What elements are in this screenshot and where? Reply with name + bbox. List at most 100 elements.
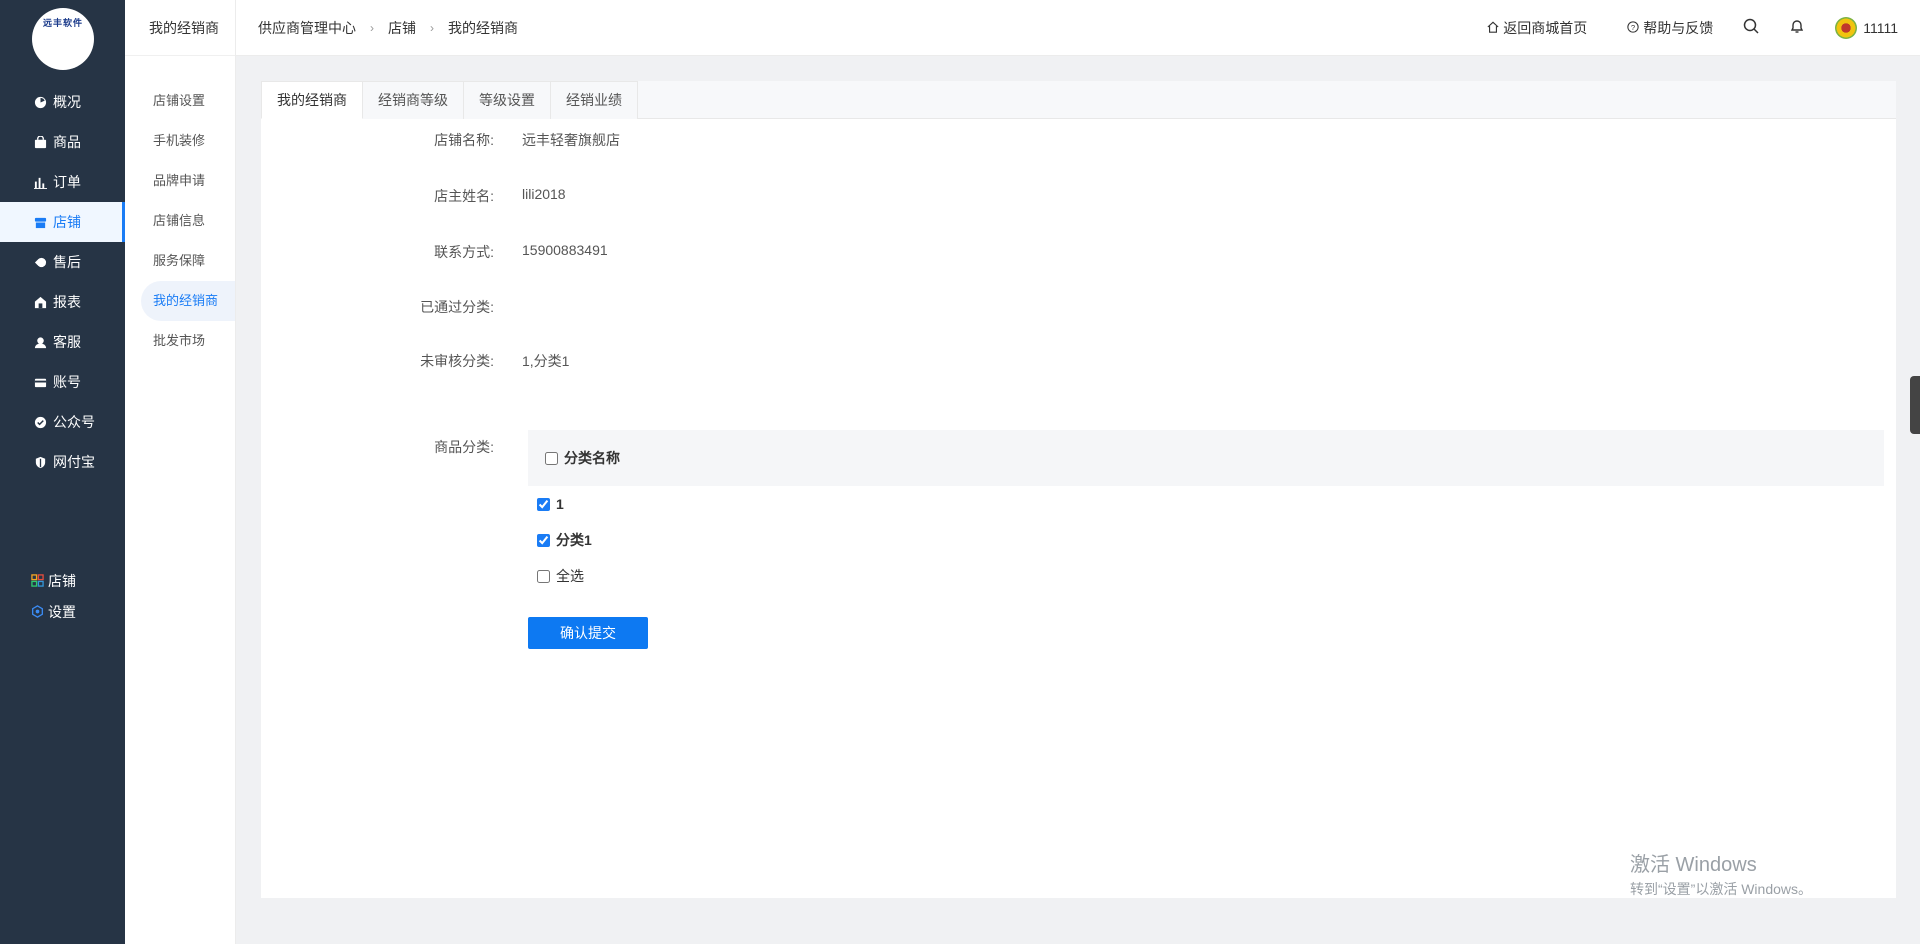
category-name-header: 分类名称 (564, 450, 620, 466)
tab-distributor-levels[interactable]: 经销商等级 (363, 81, 464, 119)
logo-text: 远丰软件 (42, 18, 83, 28)
logo[interactable]: 远丰软件 (32, 8, 94, 70)
owner-label: 店主姓名: (434, 188, 494, 204)
contact-row: 联系方式: 15900883491 (261, 242, 608, 262)
avatar[interactable] (1835, 17, 1858, 39)
breadcrumb-item: 我的经销商 (448, 19, 518, 36)
owner-value: lili2018 (522, 186, 566, 202)
nav-item-reports[interactable]: 报表 (0, 282, 125, 322)
card-icon (33, 375, 47, 389)
contact-label: 联系方式: (434, 244, 494, 260)
product-categories-row: 商品分类: (261, 437, 500, 457)
sub-sidebar: 我的经销商 店铺设置 手机装修 品牌申请 店铺信息 服务保障 我的经销商 批发市… (125, 0, 236, 944)
help-feedback-label: 帮助与反馈 (1643, 20, 1714, 36)
select-all-checkbox[interactable] (537, 569, 550, 583)
content-card: 我的经销商 经销商等级 等级设置 经销业绩 店铺名称: 远丰轻奢旗舰店 店主姓名… (261, 81, 1896, 898)
help-feedback-link[interactable]: ? 帮助与反馈 (1627, 18, 1713, 38)
main-sidebar: 远丰软件 概况 商品 订单 店铺 售后 报表 客服 账号 公众号 网付宝 店铺 … (0, 0, 125, 944)
nav-item-label: 账号 (53, 374, 81, 390)
subnav-item-brand-application[interactable]: 品牌申请 (141, 161, 235, 201)
category-table: 分类名称 1 分类1 全选 (528, 430, 1884, 594)
nav-item-wangfubao[interactable]: 网付宝 (0, 442, 125, 482)
approved-categories-row: 已通过分类: (261, 297, 522, 317)
category-label: 分类1 (556, 532, 592, 548)
pending-categories-value: 1,分类1 (522, 353, 570, 369)
subnav-item-my-distributors[interactable]: 我的经销商 (141, 281, 235, 321)
customer-service-icon (33, 335, 47, 349)
dashboard-icon (33, 95, 47, 109)
search-icon[interactable] (1743, 18, 1759, 39)
report-icon (33, 295, 47, 309)
confirm-submit-button[interactable]: 确认提交 (528, 617, 648, 649)
bell-icon[interactable] (1789, 18, 1805, 39)
pending-categories-label: 未审核分类: (420, 353, 494, 369)
svg-text:?: ? (1631, 23, 1635, 32)
nav-item-label: 商品 (53, 134, 81, 150)
watermark-subtitle: 转到“设置”以激活 Windows。 (1630, 881, 1813, 897)
nav-item-account[interactable]: 账号 (0, 362, 125, 402)
breadcrumb: 供应商管理中心 › 店铺 › 我的经销商 (236, 18, 518, 38)
nav-item-label: 订单 (53, 174, 81, 190)
product-categories-label: 商品分类: (434, 439, 494, 455)
side-float-tab[interactable] (1910, 376, 1920, 434)
subnav-item-store-info[interactable]: 店铺信息 (141, 201, 235, 241)
tab-bar: 我的经销商 经销商等级 等级设置 经销业绩 (261, 81, 1896, 119)
store-icon (33, 215, 47, 229)
category-label: 1 (556, 496, 564, 512)
chevron-right-icon: › (430, 20, 434, 35)
category-checkbox[interactable] (537, 497, 550, 511)
breadcrumb-item[interactable]: 店铺 (388, 18, 416, 38)
subnav-item-mobile-decoration[interactable]: 手机装修 (141, 121, 235, 161)
back-home-label: 返回商城首页 (1503, 20, 1588, 36)
nav-item-aftersale[interactable]: 售后 (0, 242, 125, 282)
sidebar-settings-link[interactable]: 设置 (30, 596, 76, 627)
nav-item-label: 概况 (53, 94, 81, 110)
shield-icon (33, 455, 47, 469)
owner-row: 店主姓名: lili2018 (261, 186, 566, 206)
nav-item-products[interactable]: 商品 (0, 122, 125, 162)
tab-my-distributors[interactable]: 我的经销商 (261, 81, 363, 119)
main-nav: 概况 商品 订单 店铺 售后 报表 客服 账号 公众号 网付宝 (0, 82, 125, 482)
grid-icon (30, 574, 44, 588)
service-icon (33, 255, 47, 269)
nav-item-label: 网付宝 (53, 454, 95, 470)
sidebar-shop-label: 店铺 (48, 572, 76, 589)
header-checkbox[interactable] (545, 451, 558, 465)
nav-item-label: 公众号 (53, 414, 95, 430)
chevron-right-icon: › (370, 20, 374, 35)
nav-item-label: 售后 (53, 254, 81, 270)
nav-item-official-account[interactable]: 公众号 (0, 402, 125, 442)
sidebar-shop-link[interactable]: 店铺 (30, 565, 76, 596)
select-all-row: 全选 (528, 558, 1884, 594)
category-checkbox[interactable] (537, 533, 550, 547)
tab-distribution-performance[interactable]: 经销业绩 (551, 81, 638, 119)
contact-value: 15900883491 (522, 242, 608, 258)
subnav-list: 店铺设置 手机装修 品牌申请 店铺信息 服务保障 我的经销商 批发市场 (125, 56, 235, 361)
header-actions: 返回商城首页 ? 帮助与反馈 11111 (1447, 0, 1898, 56)
help-icon: ? (1627, 20, 1639, 36)
breadcrumb-item[interactable]: 供应商管理中心 (258, 18, 356, 38)
watermark-title: 激活 Windows (1630, 854, 1757, 876)
home-icon (1487, 21, 1499, 36)
nav-item-label: 客服 (53, 334, 81, 350)
subnav-title: 我的经销商 (125, 0, 235, 56)
sidebar-bottom: 店铺 设置 (30, 565, 76, 627)
nav-item-label: 报表 (53, 294, 81, 310)
nav-item-customer-service[interactable]: 客服 (0, 322, 125, 362)
windows-activation-watermark: 激活 Windows 转到“设置”以激活 Windows。 (1630, 848, 1812, 899)
username[interactable]: 11111 (1863, 20, 1898, 36)
pending-categories-row: 未审核分类: 1,分类1 (261, 351, 569, 371)
nav-item-store[interactable]: 店铺 (0, 202, 125, 242)
sidebar-settings-label: 设置 (48, 603, 76, 620)
back-home-link[interactable]: 返回商城首页 (1487, 18, 1587, 38)
tab-level-settings[interactable]: 等级设置 (464, 81, 551, 119)
subnav-item-wholesale-market[interactable]: 批发市场 (141, 321, 235, 361)
select-all-label[interactable]: 全选 (556, 566, 584, 586)
store-name-row: 店铺名称: 远丰轻奢旗舰店 (261, 130, 620, 150)
category-table-header: 分类名称 (528, 430, 1884, 486)
subnav-item-store-settings[interactable]: 店铺设置 (141, 81, 235, 121)
store-name-value: 远丰轻奢旗舰店 (522, 132, 620, 148)
nav-item-overview[interactable]: 概况 (0, 82, 125, 122)
nav-item-orders[interactable]: 订单 (0, 162, 125, 202)
subnav-item-service-guarantee[interactable]: 服务保障 (141, 241, 235, 281)
